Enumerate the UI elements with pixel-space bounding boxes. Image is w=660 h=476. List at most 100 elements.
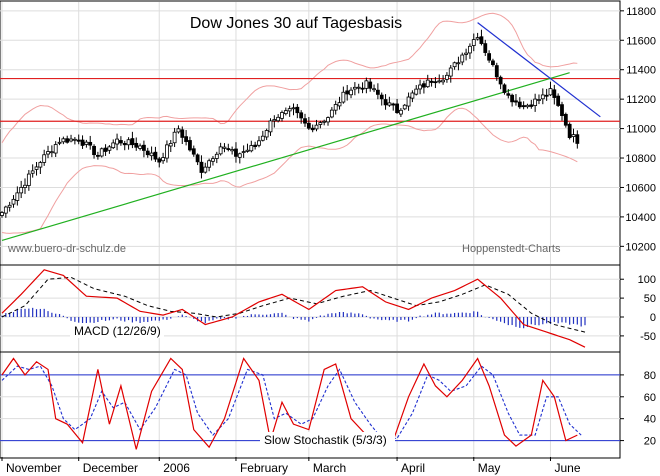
stochastic-label: Slow Stochastik (5/3/3) xyxy=(264,433,387,447)
candle-body xyxy=(65,138,70,143)
candle-body xyxy=(211,158,215,162)
candle-body xyxy=(172,131,177,144)
stochastic-tick-label: 60 xyxy=(644,392,656,404)
candle-body xyxy=(80,139,85,146)
candle-body xyxy=(372,88,376,91)
candle-body xyxy=(306,122,311,129)
macd-label: MACD (12/26/9) xyxy=(74,324,161,338)
candle-body xyxy=(145,150,150,156)
candle-body xyxy=(387,102,392,106)
macd-tick-label: 50 xyxy=(644,293,656,305)
candle-body xyxy=(176,128,181,133)
candle-body xyxy=(134,142,139,148)
candle-body xyxy=(540,94,545,100)
candle-body xyxy=(322,120,327,123)
candle-body xyxy=(76,139,81,142)
x-month-label: December xyxy=(83,461,138,475)
candle-body xyxy=(475,37,480,40)
candle-body xyxy=(230,149,235,152)
candle-body xyxy=(142,144,146,151)
candle-body xyxy=(491,60,495,66)
candle-body xyxy=(483,43,488,53)
candle-body xyxy=(556,95,561,106)
candle-body xyxy=(537,99,541,101)
candle-body xyxy=(406,96,411,107)
candle-body xyxy=(53,144,58,154)
candle-body xyxy=(257,140,261,146)
candle-body xyxy=(329,109,334,118)
candle-body xyxy=(345,90,350,95)
candle-body xyxy=(214,153,219,159)
candle-body xyxy=(375,89,380,95)
candle-body xyxy=(560,104,564,116)
candle-body xyxy=(303,118,307,124)
candle-body xyxy=(95,154,100,157)
candle-body xyxy=(126,139,131,146)
candle-body xyxy=(437,80,442,83)
candle-body xyxy=(34,166,39,170)
dow-jones-chart: 10200 10400 10600 10800 11000 11200 11400 11600… xyxy=(0,0,656,475)
candle-body xyxy=(487,53,492,61)
candle-body xyxy=(410,92,415,99)
candle-body xyxy=(222,146,227,149)
candle-body xyxy=(349,89,353,96)
price-tick-label: 10800 xyxy=(625,153,656,165)
watermark-left: www.buero-dr-schulz.de xyxy=(7,243,126,255)
candle-body xyxy=(456,62,461,65)
candle-body xyxy=(234,148,238,157)
candle-body xyxy=(188,140,192,151)
candle-body xyxy=(161,157,165,162)
candle-body xyxy=(395,103,399,114)
candle-body xyxy=(165,144,169,159)
candle-body xyxy=(498,76,503,85)
x-month-label: February xyxy=(240,461,288,475)
candle-body xyxy=(310,127,315,131)
candle-body xyxy=(283,110,288,115)
candle-body xyxy=(57,141,62,144)
candle-body xyxy=(383,99,388,106)
candle-body xyxy=(452,62,457,68)
candle-body xyxy=(314,124,319,130)
candle-body xyxy=(15,192,20,201)
candle-body xyxy=(207,160,212,168)
candle-body xyxy=(445,74,449,80)
candle-body xyxy=(356,86,361,89)
candle-body xyxy=(272,119,277,122)
price-tick-label: 11800 xyxy=(626,6,656,18)
candle-body xyxy=(203,166,208,173)
stochastic-tick-label: 80 xyxy=(644,370,656,382)
candle-body xyxy=(138,145,142,149)
candle-body xyxy=(468,45,472,54)
candle-body xyxy=(567,123,572,138)
watermark-right: Hoppenstedt-Charts xyxy=(462,243,561,255)
candle-body xyxy=(391,103,396,106)
candle-body xyxy=(46,151,50,155)
candle-body xyxy=(157,158,162,163)
candle-body xyxy=(19,187,24,194)
candle-body xyxy=(514,100,518,103)
candle-body xyxy=(529,104,534,107)
candle-body xyxy=(517,101,522,108)
candle-body xyxy=(533,98,538,106)
price-tick-label: 10400 xyxy=(625,212,656,224)
y-axis-ticks: 10200 10400 10600 10800 11000 11200 11400 11600… xyxy=(620,6,656,448)
candle-body xyxy=(360,87,365,90)
candle-body xyxy=(149,152,154,157)
candle-body xyxy=(199,161,204,173)
candle-body xyxy=(111,142,116,149)
x-month-label: November xyxy=(6,461,61,475)
x-month-label: June xyxy=(554,461,580,475)
candle-body xyxy=(107,146,112,151)
candle-body xyxy=(122,143,127,146)
candle-body xyxy=(544,94,549,97)
x-axis-month-labels: November December 2006 February March April Ma… xyxy=(1,457,581,475)
candle-body xyxy=(525,104,530,108)
candle-body xyxy=(237,153,242,158)
candle-body xyxy=(130,138,135,146)
candle-body xyxy=(433,81,438,84)
chart-title: Dow Jones 30 auf Tagesbasis xyxy=(190,15,402,32)
price-tick-label: 11200 xyxy=(626,94,656,106)
candle-body xyxy=(326,117,330,123)
candle-body xyxy=(364,80,369,89)
candle-body xyxy=(379,94,384,100)
